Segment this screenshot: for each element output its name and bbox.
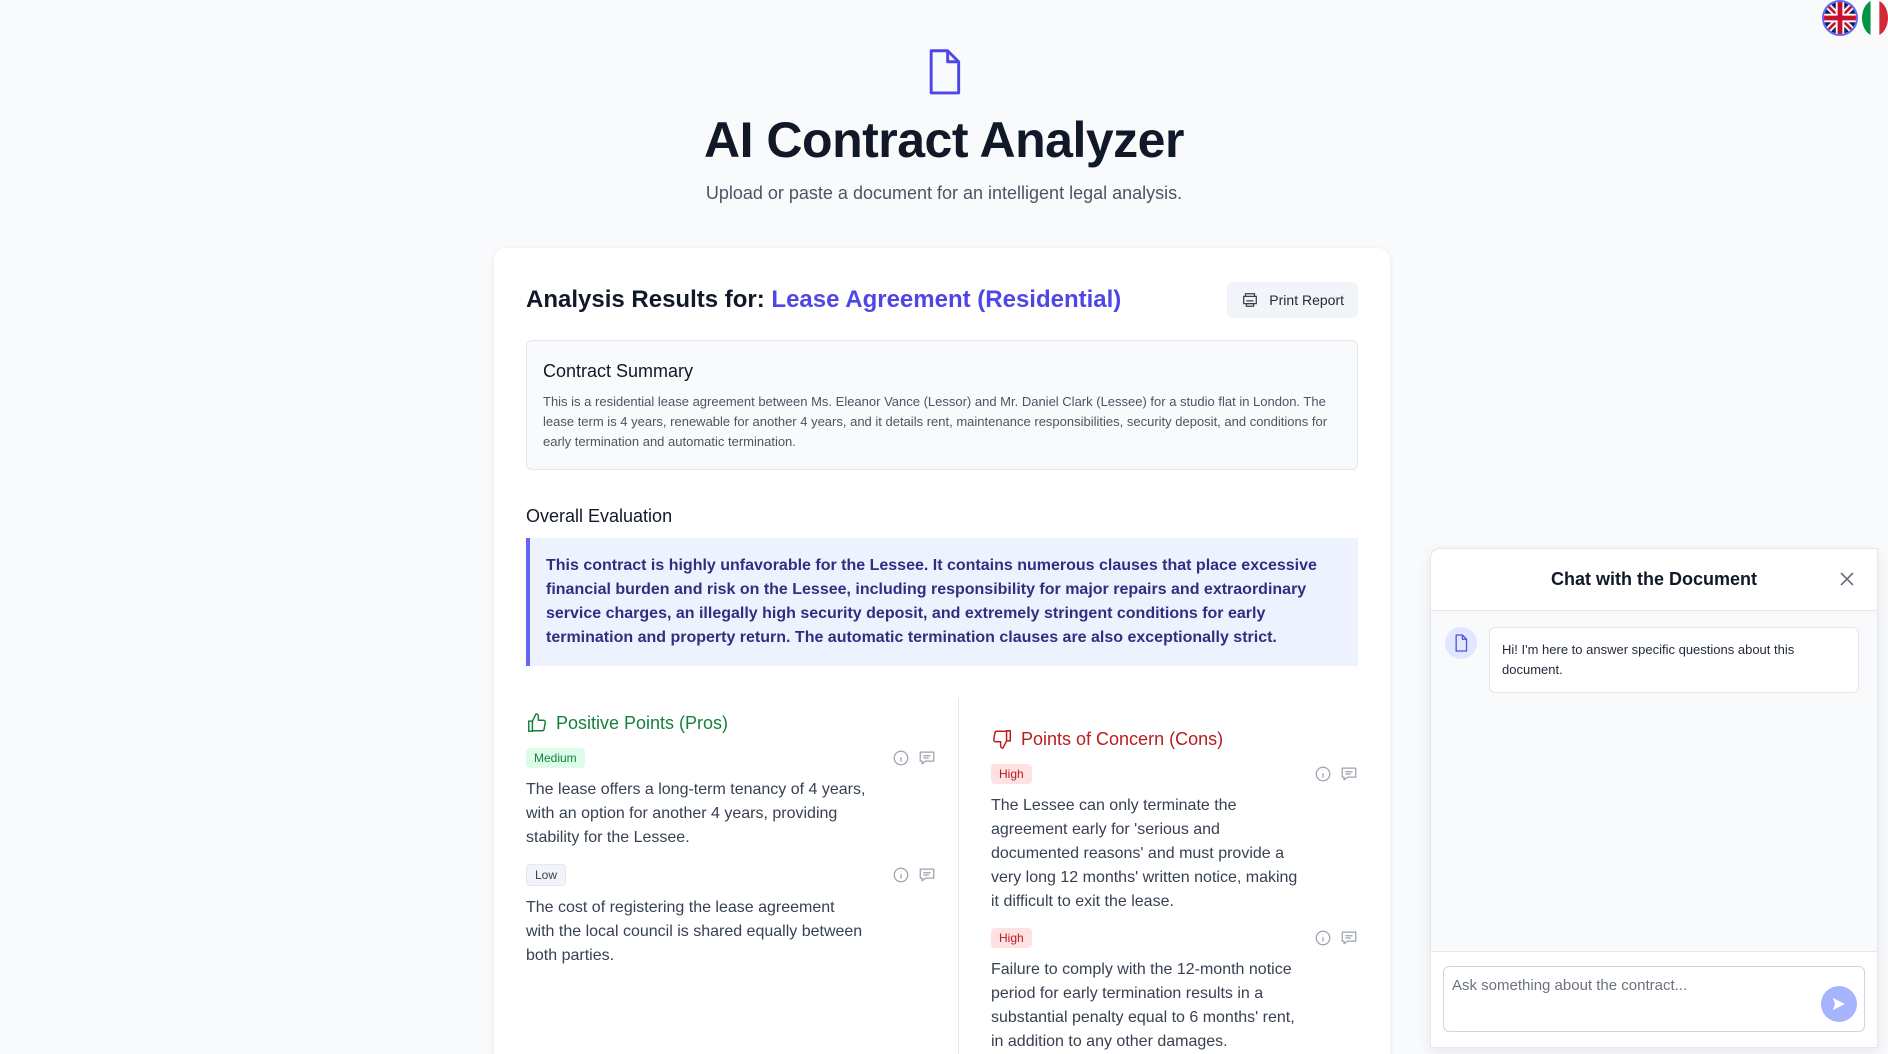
- results-title-prefix: Analysis Results for:: [526, 286, 765, 313]
- con-item: High Failure to comply with the 12-month…: [991, 928, 1358, 1054]
- pro-item: Medium The lease offers a long-term tena…: [526, 748, 936, 850]
- comment-icon[interactable]: [918, 866, 936, 884]
- send-icon: [1833, 998, 1845, 1010]
- printer-icon: [1243, 293, 1258, 307]
- cons-header: Points of Concern (Cons): [991, 728, 1358, 750]
- con-item: High The Lessee can only terminate the a…: [991, 764, 1358, 914]
- summary-text: This is a residential lease agreement be…: [543, 394, 1328, 449]
- chat-input[interactable]: [1443, 966, 1865, 1032]
- bot-message-text: Hi! I'm here to answer specific question…: [1489, 627, 1859, 693]
- page-subtitle: Upload or paste a document for an intell…: [705, 182, 1183, 203]
- pro-text: The cost of registering the lease agreem…: [526, 899, 863, 964]
- page-title: AI Contract Analyzer: [704, 111, 1184, 168]
- send-button[interactable]: [1821, 986, 1857, 1022]
- chat-header: Chat with the Document: [1431, 549, 1877, 611]
- chat-title: Chat with the Document: [1551, 569, 1757, 589]
- thumbs-up-icon: [528, 713, 546, 732]
- results-title: Analysis Results for: Lease Agreement (R…: [526, 286, 1121, 314]
- comment-icon[interactable]: [1340, 929, 1358, 947]
- info-icon[interactable]: [1314, 765, 1332, 783]
- results-card: Analysis Results for: Lease Agreement (R…: [494, 248, 1390, 1054]
- severity-badge: High: [991, 928, 1032, 948]
- evaluation-text: This contract is highly unfavorable for …: [526, 538, 1358, 666]
- comment-icon[interactable]: [918, 749, 936, 767]
- info-icon[interactable]: [892, 866, 910, 884]
- severity-badge: Medium: [526, 748, 585, 768]
- results-header: Analysis Results for: Lease Agreement (R…: [526, 282, 1358, 318]
- con-text: Failure to comply with the 12-month noti…: [991, 961, 1295, 1050]
- pros-header: Positive Points (Pros): [526, 712, 936, 734]
- cons-title: Points of Concern (Cons): [1021, 728, 1224, 749]
- pros-column: Positive Points (Pros) Medium The lease …: [526, 698, 936, 968]
- info-icon[interactable]: [1314, 929, 1332, 947]
- summary-title: Contract Summary: [543, 361, 694, 381]
- severity-badge: Low: [526, 864, 567, 886]
- document-name: Lease Agreement (Residential): [771, 286, 1122, 313]
- chat-panel: Chat with the Document Hi! I'm here to a…: [1430, 548, 1878, 1048]
- pros-cons-section: Positive Points (Pros) Medium The lease …: [526, 698, 1358, 1054]
- document-icon: [922, 48, 966, 96]
- language-switcher: [1822, 0, 1888, 36]
- chat-footer: [1431, 951, 1877, 1047]
- print-report-button[interactable]: Print Report: [1227, 282, 1358, 318]
- italy-flag-icon[interactable]: [1862, 0, 1888, 36]
- document-icon: [1455, 634, 1468, 652]
- bot-message: Hi! I'm here to answer specific question…: [1445, 627, 1859, 693]
- page-header: AI Contract Analyzer Upload or paste a d…: [0, 48, 1888, 204]
- thumbs-down-icon: [993, 730, 1011, 749]
- uk-flag-icon[interactable]: [1822, 0, 1858, 36]
- bot-avatar: [1445, 627, 1477, 659]
- comment-icon[interactable]: [1340, 765, 1358, 783]
- close-icon[interactable]: [1837, 569, 1857, 589]
- print-report-label: Print Report: [1269, 292, 1344, 308]
- evaluation-title: Overall Evaluation: [526, 506, 673, 526]
- con-text: The Lessee can only terminate the agreem…: [991, 797, 1298, 910]
- column-divider: [958, 698, 959, 1054]
- contract-summary: Contract Summary This is a residential l…: [526, 340, 1358, 470]
- pro-text: The lease offers a long-term tenancy of …: [526, 781, 866, 846]
- cons-column: Points of Concern (Cons) High The Lessee…: [991, 698, 1358, 1054]
- chat-messages: Hi! I'm here to answer specific question…: [1431, 611, 1877, 951]
- pros-title: Positive Points (Pros): [556, 712, 729, 733]
- info-icon[interactable]: [892, 749, 910, 767]
- pro-item: Low The cost of registering the lease ag…: [526, 864, 936, 968]
- severity-badge: High: [991, 764, 1032, 784]
